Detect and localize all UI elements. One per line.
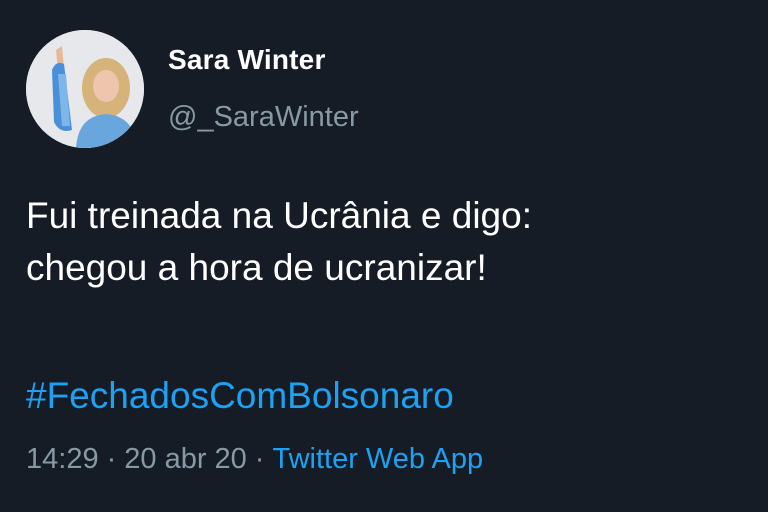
tweet-source-link[interactable]: Twitter Web App — [272, 443, 483, 475]
tweet-card: Sara Winter @_SaraWinter Fui treinada na… — [0, 0, 768, 512]
user-display-name[interactable]: Sara Winter — [168, 44, 326, 76]
tweet-text: Fui treinada na Ucrânia e digo: chegou a… — [26, 195, 532, 288]
avatar-photo — [26, 30, 144, 148]
tweet-metadata: 14:29 · 20 abr 20 · Twitter Web App — [26, 443, 483, 476]
tweet-time[interactable]: 14:29 — [26, 443, 99, 475]
meta-separator: · — [254, 443, 265, 475]
user-handle[interactable]: @_SaraWinter — [168, 101, 359, 134]
avatar[interactable] — [26, 30, 144, 148]
tweet-date[interactable]: 20 abr 20 — [124, 443, 247, 475]
meta-separator: · — [106, 443, 117, 475]
hashtag-link[interactable]: #FechadosComBolsonaro — [26, 375, 454, 417]
